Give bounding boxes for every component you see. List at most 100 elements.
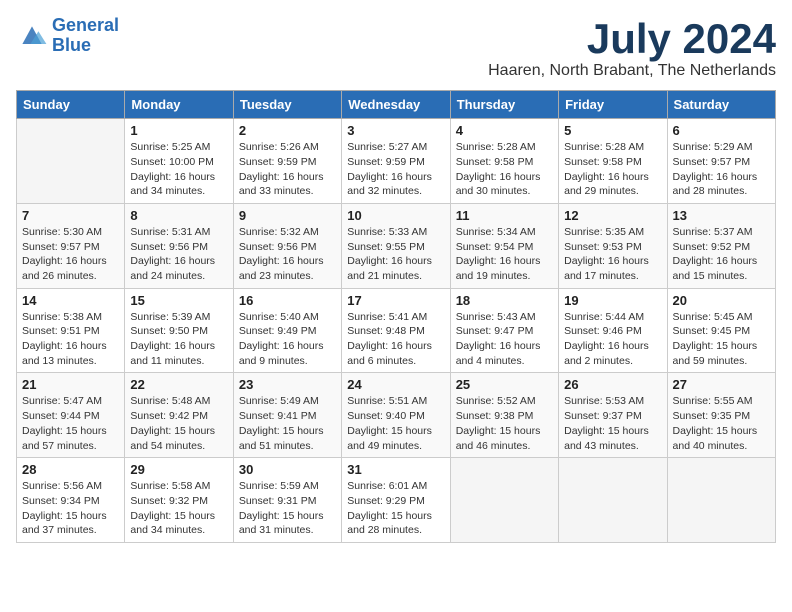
- day-number: 4: [456, 123, 553, 138]
- sunrise-text: Sunrise: 5:39 AM: [130, 311, 210, 323]
- day-number: 30: [239, 462, 336, 477]
- logo-text-line1: General: [52, 16, 119, 36]
- table-row: 24 Sunrise: 5:51 AM Sunset: 9:40 PM Dayl…: [342, 373, 450, 458]
- daylight-text: Daylight: 16 hours and 34 minutes.: [130, 171, 215, 198]
- day-number: 20: [673, 293, 770, 308]
- daylight-text: Daylight: 15 hours and 59 minutes.: [673, 340, 758, 367]
- day-number: 23: [239, 377, 336, 392]
- table-row: 5 Sunrise: 5:28 AM Sunset: 9:58 PM Dayli…: [559, 119, 667, 204]
- day-number: 17: [347, 293, 444, 308]
- sunrise-text: Sunrise: 5:48 AM: [130, 395, 210, 407]
- sunset-text: Sunset: 9:47 PM: [456, 325, 534, 337]
- sunrise-text: Sunrise: 5:27 AM: [347, 141, 427, 153]
- sunset-text: Sunset: 9:57 PM: [22, 241, 100, 253]
- sunrise-text: Sunrise: 5:45 AM: [673, 311, 753, 323]
- daylight-text: Daylight: 15 hours and 28 minutes.: [347, 510, 432, 537]
- day-number: 3: [347, 123, 444, 138]
- calendar-week-row: 7 Sunrise: 5:30 AM Sunset: 9:57 PM Dayli…: [17, 203, 776, 288]
- table-row: 27 Sunrise: 5:55 AM Sunset: 9:35 PM Dayl…: [667, 373, 775, 458]
- sunset-text: Sunset: 9:41 PM: [239, 410, 317, 422]
- sunset-text: Sunset: 9:45 PM: [673, 325, 751, 337]
- header-friday: Friday: [559, 91, 667, 119]
- sunrise-text: Sunrise: 5:49 AM: [239, 395, 319, 407]
- day-info: Sunrise: 5:51 AM Sunset: 9:40 PM Dayligh…: [347, 394, 444, 453]
- sunset-text: Sunset: 9:35 PM: [673, 410, 751, 422]
- daylight-text: Daylight: 15 hours and 43 minutes.: [564, 425, 649, 452]
- day-info: Sunrise: 5:34 AM Sunset: 9:54 PM Dayligh…: [456, 225, 553, 284]
- day-info: Sunrise: 5:48 AM Sunset: 9:42 PM Dayligh…: [130, 394, 227, 453]
- daylight-text: Daylight: 16 hours and 13 minutes.: [22, 340, 107, 367]
- sunset-text: Sunset: 9:55 PM: [347, 241, 425, 253]
- day-number: 18: [456, 293, 553, 308]
- daylight-text: Daylight: 15 hours and 31 minutes.: [239, 510, 324, 537]
- sunset-text: Sunset: 9:57 PM: [673, 156, 751, 168]
- day-info: Sunrise: 5:52 AM Sunset: 9:38 PM Dayligh…: [456, 394, 553, 453]
- table-row: 18 Sunrise: 5:43 AM Sunset: 9:47 PM Dayl…: [450, 288, 558, 373]
- day-info: Sunrise: 5:58 AM Sunset: 9:32 PM Dayligh…: [130, 479, 227, 538]
- daylight-text: Daylight: 15 hours and 34 minutes.: [130, 510, 215, 537]
- day-info: Sunrise: 5:32 AM Sunset: 9:56 PM Dayligh…: [239, 225, 336, 284]
- table-row: 3 Sunrise: 5:27 AM Sunset: 9:59 PM Dayli…: [342, 119, 450, 204]
- sunrise-text: Sunrise: 5:35 AM: [564, 226, 644, 238]
- daylight-text: Daylight: 15 hours and 51 minutes.: [239, 425, 324, 452]
- sunset-text: Sunset: 9:56 PM: [239, 241, 317, 253]
- table-row: 26 Sunrise: 5:53 AM Sunset: 9:37 PM Dayl…: [559, 373, 667, 458]
- daylight-text: Daylight: 16 hours and 9 minutes.: [239, 340, 324, 367]
- table-row: 20 Sunrise: 5:45 AM Sunset: 9:45 PM Dayl…: [667, 288, 775, 373]
- day-info: Sunrise: 5:39 AM Sunset: 9:50 PM Dayligh…: [130, 310, 227, 369]
- sunset-text: Sunset: 9:52 PM: [673, 241, 751, 253]
- sunset-text: Sunset: 9:58 PM: [456, 156, 534, 168]
- daylight-text: Daylight: 15 hours and 54 minutes.: [130, 425, 215, 452]
- day-info: Sunrise: 5:38 AM Sunset: 9:51 PM Dayligh…: [22, 310, 119, 369]
- day-number: 29: [130, 462, 227, 477]
- sunrise-text: Sunrise: 5:43 AM: [456, 311, 536, 323]
- day-number: 9: [239, 208, 336, 223]
- day-number: 25: [456, 377, 553, 392]
- sunset-text: Sunset: 9:49 PM: [239, 325, 317, 337]
- day-info: Sunrise: 5:49 AM Sunset: 9:41 PM Dayligh…: [239, 394, 336, 453]
- daylight-text: Daylight: 16 hours and 21 minutes.: [347, 255, 432, 282]
- header-thursday: Thursday: [450, 91, 558, 119]
- day-info: Sunrise: 5:28 AM Sunset: 9:58 PM Dayligh…: [564, 140, 661, 199]
- day-number: 19: [564, 293, 661, 308]
- daylight-text: Daylight: 15 hours and 49 minutes.: [347, 425, 432, 452]
- day-number: 26: [564, 377, 661, 392]
- daylight-text: Daylight: 16 hours and 26 minutes.: [22, 255, 107, 282]
- day-number: 8: [130, 208, 227, 223]
- daylight-text: Daylight: 16 hours and 15 minutes.: [673, 255, 758, 282]
- daylight-text: Daylight: 16 hours and 6 minutes.: [347, 340, 432, 367]
- daylight-text: Daylight: 15 hours and 40 minutes.: [673, 425, 758, 452]
- sunset-text: Sunset: 10:00 PM: [130, 156, 213, 168]
- sunrise-text: Sunrise: 5:41 AM: [347, 311, 427, 323]
- table-row: 23 Sunrise: 5:49 AM Sunset: 9:41 PM Dayl…: [233, 373, 341, 458]
- month-title: July 2024: [488, 16, 776, 62]
- sunrise-text: Sunrise: 5:28 AM: [564, 141, 644, 153]
- day-number: 13: [673, 208, 770, 223]
- day-number: 28: [22, 462, 119, 477]
- daylight-text: Daylight: 15 hours and 57 minutes.: [22, 425, 107, 452]
- sunrise-text: Sunrise: 5:40 AM: [239, 311, 319, 323]
- sunrise-text: Sunrise: 5:44 AM: [564, 311, 644, 323]
- header-sunday: Sunday: [17, 91, 125, 119]
- sunrise-text: Sunrise: 5:31 AM: [130, 226, 210, 238]
- table-row: 14 Sunrise: 5:38 AM Sunset: 9:51 PM Dayl…: [17, 288, 125, 373]
- sunrise-text: Sunrise: 5:30 AM: [22, 226, 102, 238]
- day-number: 27: [673, 377, 770, 392]
- table-row: 21 Sunrise: 5:47 AM Sunset: 9:44 PM Dayl…: [17, 373, 125, 458]
- sunrise-text: Sunrise: 5:28 AM: [456, 141, 536, 153]
- table-row: 13 Sunrise: 5:37 AM Sunset: 9:52 PM Dayl…: [667, 203, 775, 288]
- sunrise-text: Sunrise: 5:55 AM: [673, 395, 753, 407]
- daylight-text: Daylight: 16 hours and 2 minutes.: [564, 340, 649, 367]
- day-info: Sunrise: 5:59 AM Sunset: 9:31 PM Dayligh…: [239, 479, 336, 538]
- day-number: 1: [130, 123, 227, 138]
- table-row: 8 Sunrise: 5:31 AM Sunset: 9:56 PM Dayli…: [125, 203, 233, 288]
- sunrise-text: Sunrise: 5:33 AM: [347, 226, 427, 238]
- table-row: [450, 458, 558, 543]
- sunrise-text: Sunrise: 5:37 AM: [673, 226, 753, 238]
- header-saturday: Saturday: [667, 91, 775, 119]
- sunset-text: Sunset: 9:32 PM: [130, 495, 208, 507]
- day-number: 5: [564, 123, 661, 138]
- day-info: Sunrise: 5:43 AM Sunset: 9:47 PM Dayligh…: [456, 310, 553, 369]
- daylight-text: Daylight: 16 hours and 23 minutes.: [239, 255, 324, 282]
- day-info: Sunrise: 6:01 AM Sunset: 9:29 PM Dayligh…: [347, 479, 444, 538]
